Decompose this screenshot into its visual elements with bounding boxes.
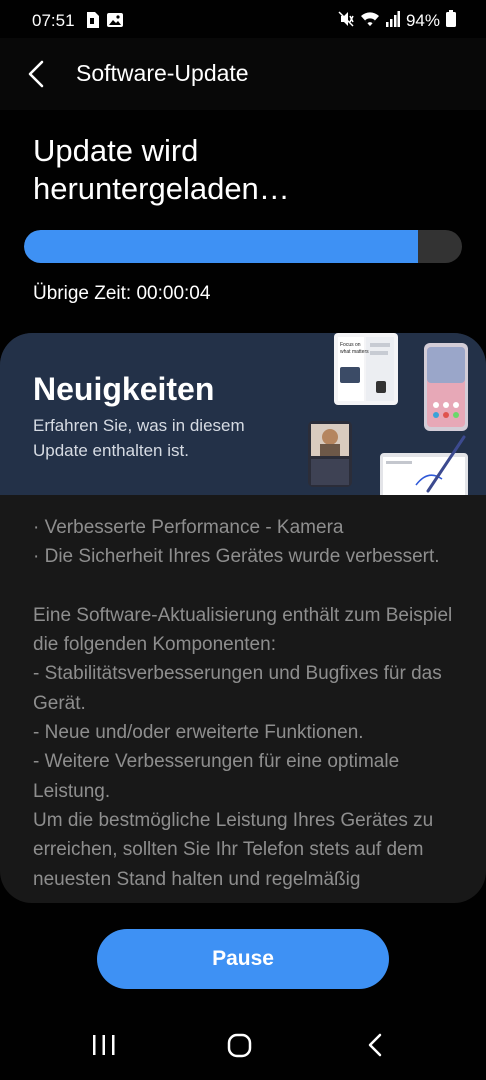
mute-icon [338, 10, 354, 32]
battery-icon [446, 10, 456, 32]
tablet-image: Focus on what matters [334, 333, 398, 405]
promo-text: Focus on [340, 342, 361, 348]
status-bar: 07:51 94% [0, 0, 486, 40]
download-progress-bar [24, 230, 462, 263]
whats-new-subtitle: Erfahren Sie, was in diesem Update entha… [33, 416, 245, 460]
download-progress-fill [24, 230, 419, 263]
download-heading: Update wird heruntergeladen… [33, 133, 290, 206]
whats-new-title: Neuigkeiten [33, 371, 215, 407]
status-time: 07:51 [32, 11, 75, 30]
whats-new-card[interactable]: Neuigkeiten Erfahren Sie, was in diesem … [0, 333, 486, 903]
phone-image [424, 343, 468, 431]
wifi-icon [360, 11, 380, 32]
recents-button[interactable] [92, 1032, 116, 1063]
remaining-time: Übrige Zeit: 00:00:04 [33, 283, 211, 304]
tablet-pen-image [380, 435, 468, 495]
gallery-icon [107, 12, 123, 33]
signal-icon [385, 10, 400, 32]
pause-button[interactable]: Pause [97, 929, 389, 989]
home-icon [227, 1033, 252, 1058]
back-button[interactable] [22, 58, 52, 90]
back-icon [368, 1033, 382, 1057]
flip-phone-image [308, 421, 352, 487]
release-notes: · Verbesserte Performance - Kamera · Die… [33, 517, 453, 890]
nav-back-button[interactable] [366, 1032, 386, 1063]
devices-illustration: Focus on what matters [308, 333, 468, 495]
navigation-bar [0, 1010, 486, 1080]
page-title: Software-Update [76, 60, 249, 86]
app-bar: Software-Update [0, 38, 486, 110]
svg-text:what matters: what matters [340, 349, 369, 355]
battery-percentage: 94% [405, 11, 440, 30]
whats-new-banner: Neuigkeiten Erfahren Sie, was in diesem … [0, 333, 486, 495]
sim-card-icon [85, 12, 99, 33]
recents-icon [93, 1035, 115, 1055]
chevron-left-icon [28, 60, 44, 88]
home-button[interactable] [227, 1032, 253, 1063]
